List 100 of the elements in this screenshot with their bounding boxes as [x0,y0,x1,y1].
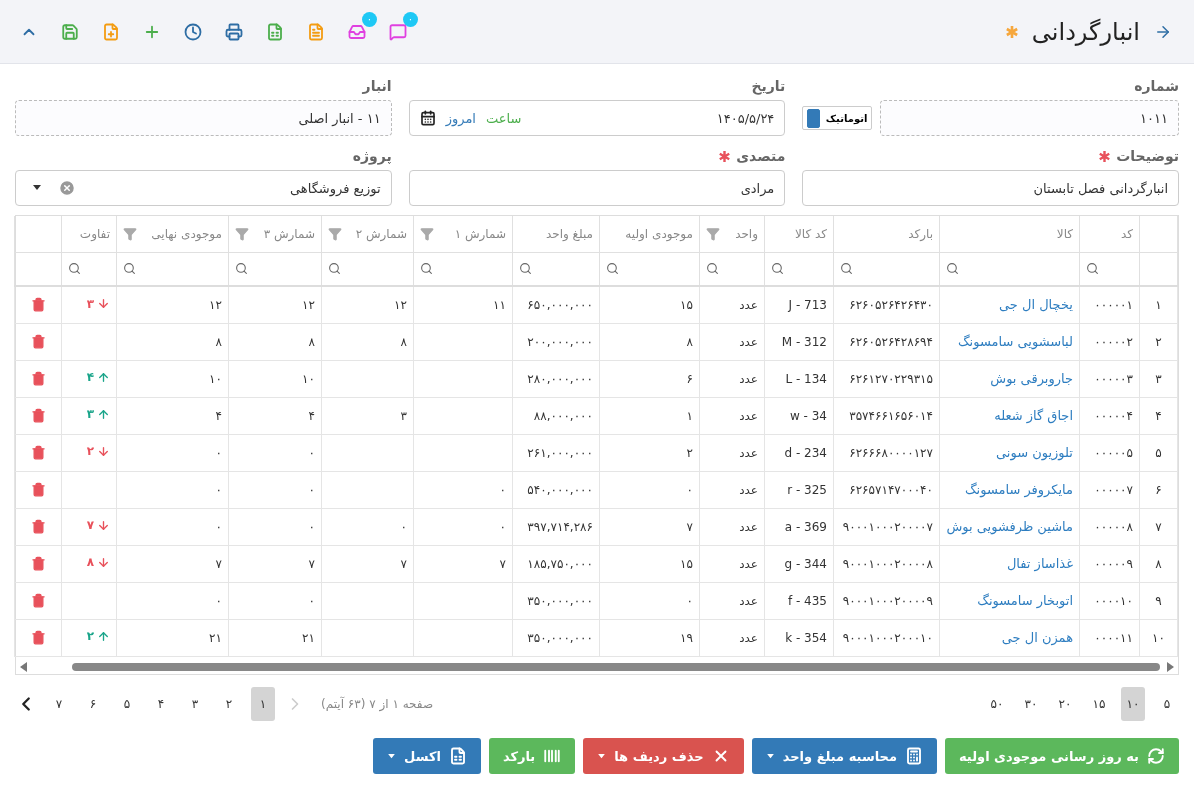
scroll-left-icon[interactable] [20,662,28,672]
table-cell: ۸۸,۰۰۰,۰۰۰ [533,408,593,423]
page-size-option[interactable]: ۲۰ [1053,687,1077,721]
table-cell: عدد [739,445,758,460]
table-cell: a - 369 [784,519,827,534]
difference-value: ۲ [86,629,94,644]
auto-toggle[interactable]: اتوماتیک [802,106,873,130]
row-number: ۶ [1155,482,1162,497]
number-field[interactable]: ۱۰۱۱ [880,100,1179,136]
difference-value: ۸ [86,555,94,570]
delete-button[interactable] [30,556,46,571]
page-button[interactable]: ۳ [183,687,207,721]
trash-icon [30,593,46,608]
table-cell: عدد [739,482,758,497]
table-cell: ۶۵۰,۰۰۰,۰۰۰ [527,297,593,312]
search-button[interactable] [519,262,532,276]
row-number: ۵ [1155,445,1162,460]
difference-value: ۳ [86,407,94,422]
operator-field[interactable]: مرادی [408,170,786,206]
page-size-option[interactable]: ۱۰ [1121,687,1145,721]
column-header[interactable]: کالا [1056,226,1073,241]
filter-icon[interactable] [328,226,342,241]
warehouse-field[interactable]: ۱۱ - انبار اصلی [15,100,392,136]
table-cell: ۳۵۰,۰۰۰,۰۰۰ [527,630,593,645]
column-header[interactable]: بارکد [908,226,933,241]
delete-button[interactable] [30,630,46,645]
scroll-right-icon[interactable] [1166,662,1174,672]
action-button[interactable]: بارکد [488,738,576,774]
column-header[interactable]: کد کالا [794,226,827,241]
table-cell: L - 134 [785,371,827,386]
delete-button[interactable] [30,334,46,349]
page-button[interactable]: ۴ [149,687,173,721]
search-button[interactable] [840,262,853,276]
page-button[interactable]: ۷ [47,687,71,721]
table-cell: عدد [739,519,758,534]
page-size-option[interactable]: ۳۰ [1019,687,1043,721]
calendar-icon[interactable] [419,110,436,126]
filter-icon[interactable] [235,226,249,241]
delete-button[interactable] [30,445,46,460]
trash-icon [30,556,46,571]
page-button[interactable]: ۵ [115,687,139,721]
search-button[interactable] [420,262,433,276]
filter-icon[interactable] [420,226,434,241]
clear-icon[interactable] [58,179,76,197]
page-size-option[interactable]: ۵۰ [985,687,1009,721]
delete-button[interactable] [30,297,46,313]
filter-icon[interactable] [706,226,720,241]
page-button[interactable]: ۱ [251,687,275,721]
trash-icon [30,519,46,534]
page-size-option[interactable]: ۵ [1155,687,1179,721]
action-button[interactable]: حذف ردیف ها [583,738,744,774]
search-button[interactable] [946,262,959,276]
table-cell: ۱۲ [394,297,407,312]
required-icon [1099,150,1111,162]
search-button[interactable] [68,262,81,276]
delete-button[interactable] [30,593,46,608]
table-cell: ۷ [499,556,506,571]
file-plus-icon [102,22,120,41]
delete-button[interactable] [30,408,46,423]
trash-icon [30,334,46,349]
row-number: ۱۰ [1152,630,1165,645]
table-cell: k - 354 [785,630,827,645]
search-button[interactable] [1086,262,1099,276]
table-cell: r - 325 [787,482,827,497]
caret-icon [597,753,607,759]
search-button[interactable] [328,262,341,276]
table-cell: ۷ [400,556,407,571]
today-link[interactable]: امروز [445,110,476,126]
delete-button[interactable] [30,371,46,386]
row-number: ۹ [1155,593,1162,608]
filter-icon[interactable] [123,226,137,241]
search-button[interactable] [235,262,248,276]
description-field[interactable]: انبارگردانی فصل تابستان [802,170,1179,206]
date-field[interactable]: ۱۴۰۵/۵/۲۴ ساعت امروز [408,100,786,136]
page-button[interactable]: ۲ [217,687,241,721]
table-cell: ۱۲ [209,297,222,312]
search-button[interactable] [771,262,784,276]
field-label: انبار [362,78,392,94]
page-button[interactable]: ۶ [81,687,105,721]
table-cell: ۱۸۵,۷۵۰,۰۰۰ [527,556,593,571]
table-cell: ۱۵ [680,297,693,312]
action-button[interactable]: اکسل [373,738,481,774]
project-select[interactable]: توزیع فروشگاهی [15,170,392,206]
table-cell: ۲۶۱,۰۰۰,۰۰۰ [527,445,593,460]
product-link[interactable]: غذاساز تفال [1006,556,1073,571]
delete-button[interactable] [30,482,46,497]
table-cell: ۰۰۰۰۰۴ [1094,408,1133,423]
column-header[interactable]: واحد [735,226,758,241]
table-cell: ۱۰ [302,371,315,386]
search-button[interactable] [123,262,136,276]
page-size-option[interactable]: ۱۵ [1087,687,1111,721]
delete-button[interactable] [30,519,46,534]
table-cell: ۰ [308,519,315,534]
search-button[interactable] [606,262,619,276]
table-cell: ۰ [308,593,315,608]
column-header[interactable]: کد [1121,226,1133,241]
dropdown-caret-icon[interactable] [32,185,42,191]
action-button[interactable]: به روز رسانی موجودی اولیه [945,738,1179,774]
search-button[interactable] [706,262,719,276]
action-button[interactable]: محاسبه مبلغ واحد [751,738,937,774]
